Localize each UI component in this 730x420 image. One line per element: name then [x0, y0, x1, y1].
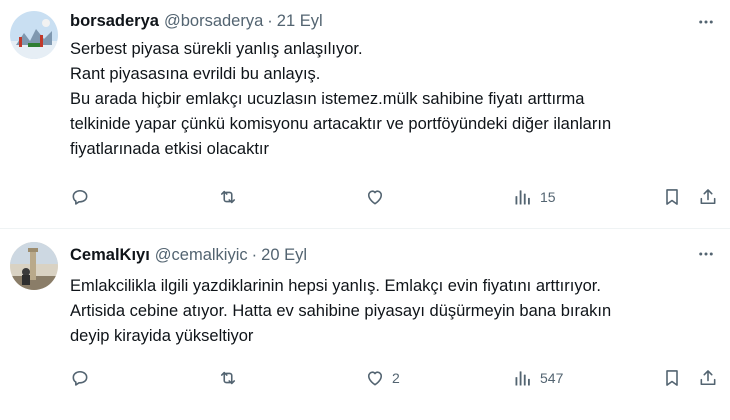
views-chart-icon	[513, 187, 533, 207]
tweet[interactable]: borsaderya @borsaderya · 21 Eyl Serbest …	[0, 0, 730, 229]
tweet-date[interactable]: 21 Eyl	[277, 12, 323, 31]
tweet-text-line: fiyatlarınada etkisi olacaktır	[70, 140, 270, 158]
like-count: 2	[392, 370, 400, 386]
more-options-icon[interactable]	[696, 244, 716, 264]
reply-icon	[70, 187, 90, 207]
tweet-text-line: Serbest piyasa sürekli yanlış anlaşılıyo…	[70, 40, 363, 58]
tweet-text-line: Artisida cebine atıyor. Hatta ev sahibin…	[70, 302, 612, 320]
views-chart-icon	[513, 368, 533, 388]
repost-icon	[218, 187, 238, 207]
share-button[interactable]	[698, 366, 718, 390]
like-button[interactable]: 2	[365, 366, 400, 390]
share-button[interactable]	[698, 185, 718, 209]
views-count: 15	[540, 189, 556, 205]
reply-button[interactable]	[70, 366, 97, 390]
repost-icon	[218, 368, 238, 388]
tweet-text: Emlakcilikla ilgili yazdiklarinin hepsi …	[70, 274, 720, 349]
avatar[interactable]	[10, 11, 58, 59]
repost-button[interactable]	[218, 185, 245, 209]
tweet-header: borsaderya @borsaderya · 21 Eyl	[70, 10, 323, 32]
share-icon	[698, 368, 718, 388]
bookmark-icon	[662, 187, 682, 207]
tweet[interactable]: CemalKıyı @cemalkiyic · 20 Eyl Emlakcili…	[0, 230, 730, 420]
display-name[interactable]: borsaderya	[70, 12, 159, 31]
bookmark-button[interactable]	[662, 185, 682, 209]
tweet-text: Serbest piyasa sürekli yanlış anlaşılıyo…	[70, 37, 720, 162]
reply-icon	[70, 368, 90, 388]
views-count: 547	[540, 370, 564, 386]
share-icon	[698, 187, 718, 207]
user-handle[interactable]: @borsaderya	[164, 12, 263, 31]
heart-icon	[365, 187, 385, 207]
heart-icon	[365, 368, 385, 388]
tweet-actions: 15	[0, 185, 730, 209]
user-handle[interactable]: @cemalkiyic	[155, 246, 248, 265]
bookmark-button[interactable]	[662, 366, 682, 390]
display-name[interactable]: CemalKıyı	[70, 246, 150, 265]
tweet-actions: 2 547	[0, 366, 730, 390]
more-options-icon[interactable]	[696, 12, 716, 32]
tweet-text-line: telkinide yapar çünkü komisyonu artacakt…	[70, 115, 612, 133]
avatar[interactable]	[10, 242, 58, 290]
tweet-date[interactable]: 20 Eyl	[261, 246, 307, 265]
views-button[interactable]: 547	[513, 366, 563, 390]
tweet-text-line: Rant piyasasına evrildi bu anlayış.	[70, 65, 321, 83]
repost-button[interactable]	[218, 366, 245, 390]
reply-button[interactable]	[70, 185, 97, 209]
tweet-text-line: Bu arada hiçbir emlakçı ucuzlasın isteme…	[70, 90, 585, 108]
bookmark-icon	[662, 368, 682, 388]
separator: ·	[251, 245, 258, 264]
tweet-header: CemalKıyı @cemalkiyic · 20 Eyl	[70, 244, 307, 266]
views-button[interactable]: 15	[513, 185, 556, 209]
separator: ·	[267, 11, 273, 30]
tweet-text-line: Emlakcilikla ilgili yazdiklarinin hepsi …	[70, 277, 601, 295]
like-button[interactable]	[365, 185, 392, 209]
tweet-text-line: deyip kirayida yükseltiyor	[70, 327, 254, 345]
